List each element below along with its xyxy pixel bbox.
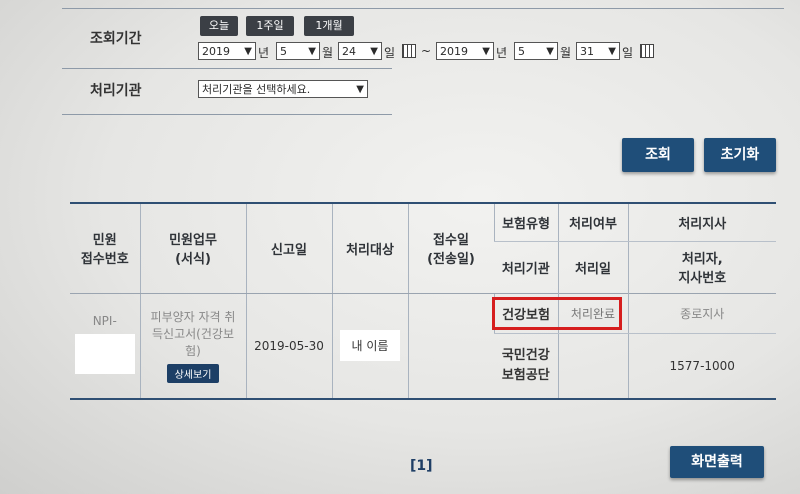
header-branch: 처리지사 — [627, 203, 776, 242]
agency-label: 처리기관 — [90, 83, 142, 99]
chevron-down-icon: ▼ — [546, 46, 554, 57]
header-report-date: 신고일 — [245, 203, 332, 294]
one-month-button[interactable]: 1개월 — [304, 16, 354, 36]
masked-receipt-number — [74, 334, 135, 375]
cell-insurance-2: 국민건강 보험공단 — [501, 347, 550, 383]
today-button[interactable]: 오늘 — [200, 16, 238, 36]
chevron-down-icon: ▼ — [356, 84, 364, 95]
cell-receipt-no: NPI- — [70, 293, 140, 400]
to-year-select[interactable]: 2019 ▼ — [436, 42, 494, 60]
header-processed-date: 처리일 — [557, 241, 628, 293]
header-received-date: 접수일 (전송일) — [407, 203, 494, 294]
unit-month: 월 — [322, 46, 334, 60]
calendar-icon[interactable] — [640, 44, 654, 58]
print-screen-button[interactable]: 화면출력 — [670, 446, 764, 478]
panel-top-rule — [62, 8, 784, 9]
cell-phone-2: 1577-1000 — [627, 333, 776, 399]
unit-year: 년 — [496, 46, 508, 60]
unit-day: 일 — [622, 46, 634, 60]
table-row: NPI- 피부양자 자격 취득신고서(건강보험) 상세보기 2019-05-30… — [70, 293, 776, 400]
cell-received-date — [407, 293, 494, 400]
page-link[interactable]: [1] — [410, 458, 433, 474]
search-button[interactable]: 조회 — [622, 138, 694, 172]
cell-report-date: 2019-05-30 — [245, 293, 332, 400]
one-week-button[interactable]: 1주일 — [246, 16, 294, 36]
calendar-icon[interactable] — [402, 44, 416, 58]
from-month-select[interactable]: 5 ▼ — [276, 42, 320, 60]
task-text: 피부양자 자격 취득신고서(건강보험) — [150, 309, 236, 358]
reset-button[interactable]: 초기화 — [704, 138, 776, 172]
detail-button[interactable]: 상세보기 — [166, 363, 220, 383]
header-receipt-no: 민원 접수번호 — [70, 203, 140, 294]
header-insurance-type: 보험유형 — [493, 203, 558, 242]
cell-processed-date-2 — [557, 333, 628, 399]
cell-branch-1: 종로지사 — [627, 293, 776, 334]
unit-month: 월 — [560, 46, 572, 60]
panel-bottom-rule — [62, 114, 392, 115]
cell-task: 피부양자 자격 취득신고서(건강보험) 상세보기 — [139, 293, 246, 400]
range-tilde: ~ — [421, 44, 432, 58]
header-agency: 처리기관 — [501, 261, 550, 277]
from-year-select[interactable]: 2019 ▼ — [198, 42, 256, 60]
result-table: 민원 접수번호 민원업무 (서식) 신고일 처리대상 접수일 (전송일) 보험유… — [70, 202, 776, 400]
panel-mid-rule — [62, 68, 392, 69]
chevron-down-icon: ▼ — [308, 46, 316, 57]
unit-year: 년 — [258, 46, 270, 60]
period-label: 조회기간 — [90, 31, 142, 47]
header-task: 민원업무 (서식) — [139, 203, 246, 294]
agency-select[interactable]: 처리기관을 선택하세요. ▼ — [198, 80, 368, 98]
to-day-select[interactable]: 31 ▼ — [576, 42, 620, 60]
to-month-select[interactable]: 5 ▼ — [514, 42, 558, 60]
chevron-down-icon: ▼ — [244, 46, 252, 57]
chevron-down-icon: ▼ — [370, 46, 378, 57]
chevron-down-icon: ▼ — [482, 46, 490, 57]
target-name: 내 이름 — [339, 330, 401, 362]
header-target: 처리대상 — [331, 203, 408, 294]
header-handler: 처리자, 지사번호 — [627, 241, 776, 293]
chevron-down-icon: ▼ — [608, 46, 616, 57]
unit-day: 일 — [384, 46, 396, 60]
cell-target: 내 이름 — [331, 293, 408, 400]
from-day-select[interactable]: 24 ▼ — [338, 42, 382, 60]
header-processed: 처리여부 — [557, 203, 628, 242]
highlight-box — [492, 297, 622, 330]
receipt-no-prefix: NPI- — [92, 314, 117, 329]
